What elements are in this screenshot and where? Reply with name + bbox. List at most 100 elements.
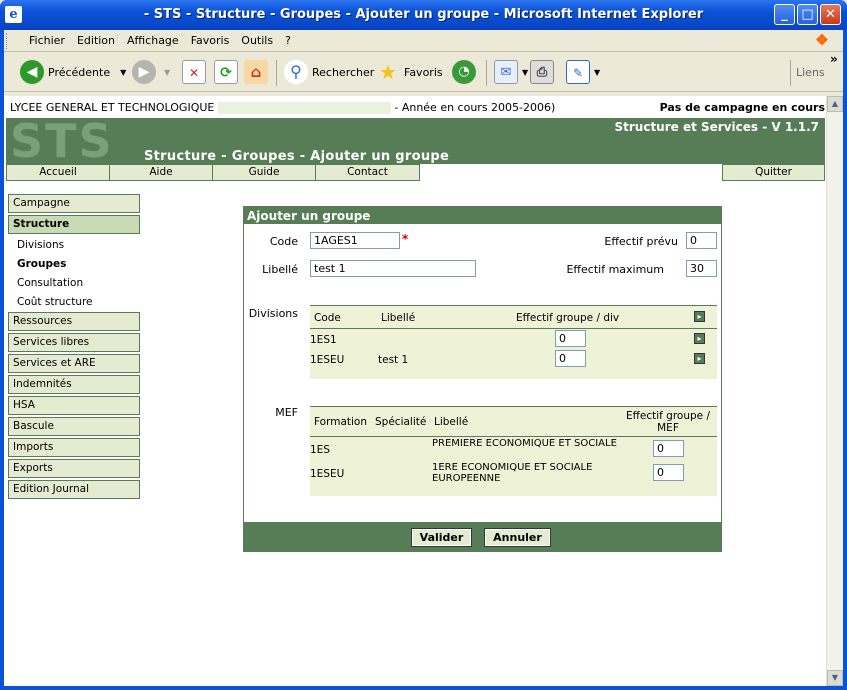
links-button[interactable]: Liens bbox=[796, 57, 825, 87]
print-icon: ⎙ bbox=[530, 60, 554, 84]
menu-fichier[interactable]: Fichier bbox=[23, 30, 71, 51]
sidebar-sub-cout-structure[interactable]: Coût structure bbox=[17, 296, 93, 308]
nav-quitter[interactable]: Quitter bbox=[722, 164, 825, 181]
sidebar-item-ressources[interactable]: Ressources bbox=[8, 312, 140, 331]
mef-row-libelle: PREMIERE ECONOMIQUE ET SOCIALE bbox=[432, 438, 617, 449]
mef-header-specialite: Spécialité bbox=[375, 416, 427, 428]
scroll-down-icon[interactable]: ▼ bbox=[827, 670, 843, 686]
mail-icon: ✉ bbox=[494, 60, 518, 84]
scroll-up-icon[interactable]: ▲ bbox=[827, 96, 843, 112]
page-title: Structure - Groupes - Ajouter un groupe bbox=[144, 149, 450, 164]
refresh-button[interactable]: ⟳ bbox=[214, 57, 242, 87]
forward-button[interactable]: ▶ ▼ bbox=[132, 57, 170, 87]
division-effectif-input[interactable] bbox=[555, 330, 586, 347]
panel-header: Ajouter un groupe bbox=[247, 209, 371, 223]
code-input[interactable] bbox=[310, 232, 400, 249]
sidebar-sub-divisions[interactable]: Divisions bbox=[17, 239, 64, 251]
windows-logo-icon: ❖ bbox=[815, 31, 829, 49]
sidebar-item-services-are[interactable]: Services et ARE bbox=[8, 354, 140, 373]
mef-effectif-input[interactable] bbox=[653, 440, 684, 457]
sidebar-sub-groupes[interactable]: Groupes bbox=[17, 258, 66, 270]
sidebar-item-structure[interactable]: Structure bbox=[8, 215, 140, 234]
menu-favoris[interactable]: Favoris bbox=[185, 30, 236, 51]
sidebar-item-imports[interactable]: Imports bbox=[8, 438, 140, 457]
favorites-label: Favoris bbox=[404, 65, 443, 79]
school-name: LYCEE GENERAL ET TECHNOLOGIQUE bbox=[10, 101, 215, 114]
print-button[interactable]: ⎙ bbox=[530, 57, 558, 87]
links-more-button[interactable]: » bbox=[830, 52, 838, 66]
valider-button[interactable]: Valider bbox=[411, 528, 472, 547]
effectif-prevu-input[interactable] bbox=[686, 232, 717, 249]
mail-dropdown-icon[interactable]: ▼ bbox=[522, 68, 528, 77]
division-row-code: 1ES1 bbox=[310, 334, 337, 346]
search-icon: ⚲ bbox=[284, 60, 308, 84]
sidebar-item-services-libres[interactable]: Services libres bbox=[8, 333, 140, 352]
mef-header-effectif: Effectif groupe / MEF bbox=[626, 410, 710, 434]
toolbar-separator bbox=[790, 60, 791, 86]
division-add-icon[interactable]: ▸ bbox=[694, 333, 705, 344]
back-dropdown-icon[interactable]: ▼ bbox=[120, 68, 126, 77]
nav-guide[interactable]: Guide bbox=[212, 164, 316, 181]
close-button[interactable]: ✕ bbox=[820, 4, 841, 25]
refresh-icon: ⟳ bbox=[214, 60, 238, 84]
sidebar-item-campagne[interactable]: Campagne bbox=[8, 194, 140, 213]
division-add-icon[interactable]: ▸ bbox=[694, 353, 705, 364]
minimize-button[interactable]: _ bbox=[774, 4, 795, 25]
mail-button[interactable]: ✉ ▼ bbox=[494, 57, 528, 87]
search-button[interactable]: ⚲ Rechercher bbox=[284, 57, 374, 87]
sidebar-item-indemnites[interactable]: Indemnités bbox=[8, 375, 140, 394]
back-button[interactable]: ◀ Précédente ▼ bbox=[20, 57, 126, 87]
division-row-libelle: test 1 bbox=[378, 354, 409, 366]
effectif-max-input[interactable] bbox=[686, 260, 717, 277]
mef-header-libelle: Libellé bbox=[434, 416, 469, 428]
menu-bar: Fichier Edition Affichage Favoris Outils? ❖ bbox=[4, 30, 843, 52]
nav-accueil[interactable]: Accueil bbox=[6, 164, 110, 181]
sidebar-item-exports[interactable]: Exports bbox=[8, 459, 140, 478]
add-group-panel: Ajouter un groupe Code * Effectif prévu … bbox=[243, 206, 722, 552]
libelle-input[interactable] bbox=[310, 260, 476, 277]
sidebar-sub-consultation[interactable]: Consultation bbox=[17, 277, 83, 289]
mef-row-libelle: 1ERE ECONOMIQUE ET SOCIALE EUROPEENNE bbox=[432, 462, 593, 484]
toolbar: ◀ Précédente ▼ ▶ ▼ ✕ ⟳ ⌂ ⚲ Rechercher ★ … bbox=[4, 52, 843, 92]
sidebar-item-bascule[interactable]: Bascule bbox=[8, 417, 140, 436]
division-row-code: 1ESEU bbox=[310, 354, 345, 366]
effectif-prevu-label: Effectif prévu bbox=[604, 235, 678, 248]
top-nav: Accueil Aide Guide Contact Quitter bbox=[6, 164, 825, 182]
libelle-label: Libellé bbox=[262, 263, 298, 276]
panel-body: Code * Effectif prévu Libellé Effectif m… bbox=[244, 224, 721, 522]
menu-grip bbox=[6, 33, 19, 49]
mef-effectif-input[interactable] bbox=[653, 464, 684, 481]
stop-icon: ✕ bbox=[182, 60, 206, 84]
favorites-button[interactable]: ★ Favoris bbox=[376, 57, 443, 87]
app-version: Structure et Services - V 1.1.7 bbox=[614, 120, 819, 134]
school-name-highlight bbox=[217, 102, 391, 114]
edit-dropdown-icon[interactable]: ▼ bbox=[594, 68, 600, 77]
menu-outils[interactable]: Outils bbox=[235, 30, 279, 51]
school-year: - Année en cours 2005-2006) bbox=[394, 101, 556, 114]
menu-edition[interactable]: Edition bbox=[71, 30, 121, 51]
vertical-scrollbar[interactable]: ▲ ▼ bbox=[826, 96, 843, 686]
title-bar: e - STS - Structure - Groupes - Ajouter … bbox=[0, 0, 847, 30]
menu-help[interactable]: ? bbox=[279, 30, 297, 51]
ie-window: e - STS - Structure - Groupes - Ajouter … bbox=[0, 0, 847, 690]
sidebar-item-hsa[interactable]: HSA bbox=[8, 396, 140, 415]
app-banner: STS Structure et Services - V 1.1.7 Stru… bbox=[6, 118, 825, 164]
stop-button[interactable]: ✕ bbox=[182, 57, 210, 87]
forward-dropdown-icon[interactable]: ▼ bbox=[164, 68, 170, 77]
edit-button[interactable]: ✎ ▼ bbox=[566, 57, 600, 87]
divisions-table: Code Libellé Effectif groupe / div ▸ 1ES… bbox=[310, 305, 717, 379]
divisions-label: Divisions bbox=[248, 307, 298, 320]
maximize-button[interactable]: □ bbox=[797, 4, 818, 25]
menu-affichage[interactable]: Affichage bbox=[121, 30, 185, 51]
sidebar-item-edition-journal[interactable]: Edition Journal bbox=[8, 480, 140, 499]
home-button[interactable]: ⌂ bbox=[244, 57, 272, 87]
nav-aide[interactable]: Aide bbox=[109, 164, 213, 181]
nav-contact[interactable]: Contact bbox=[315, 164, 420, 181]
effectif-max-label: Effectif maximum bbox=[566, 263, 664, 276]
window-title: - STS - Structure - Groupes - Ajouter un… bbox=[143, 7, 704, 22]
window-border-bottom bbox=[0, 686, 847, 690]
annuler-button[interactable]: Annuler bbox=[484, 528, 551, 547]
add-all-divisions-icon[interactable]: ▸ bbox=[694, 311, 705, 322]
division-effectif-input[interactable] bbox=[555, 350, 586, 367]
history-button[interactable]: ◔ bbox=[452, 57, 480, 87]
